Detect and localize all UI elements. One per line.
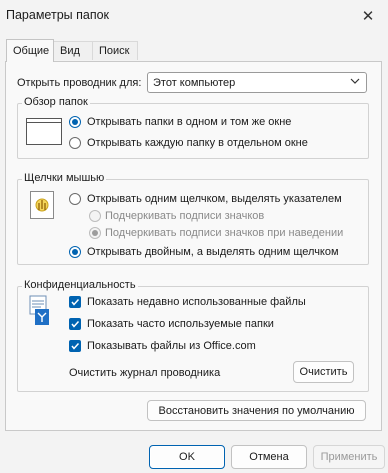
pointer-hand-icon (30, 191, 54, 219)
tab-label: Вид (60, 45, 80, 57)
tab-label: Поиск (99, 45, 130, 57)
tab-search[interactable]: Поиск (92, 41, 138, 60)
recent-files-label: Показать недавно использованные файлы (87, 296, 306, 308)
tab-view[interactable]: Вид (53, 41, 93, 60)
privacy-legend: Конфиденциальность (22, 279, 138, 291)
radio-single-click[interactable] (69, 193, 81, 205)
tab-label: Общие (13, 45, 50, 57)
window-title: Параметры папок (6, 8, 110, 22)
privacy-icon (29, 295, 55, 329)
chevron-down-icon (350, 76, 360, 89)
browse-folders-legend: Обзор папок (22, 96, 90, 108)
cancel-button[interactable]: Отмена (231, 445, 307, 469)
frequent-folders-label: Показать часто используемые папки (87, 318, 274, 330)
underline-hover-label: Подчеркивать подписи значков при наведен… (105, 227, 344, 239)
open-explorer-select[interactable]: Этот компьютер (147, 72, 367, 93)
single-click-label: Открывать одним щелчком, выделять указат… (87, 193, 342, 205)
restore-defaults-label: Восстановить значения по умолчанию (158, 404, 355, 417)
radio-separate-window[interactable] (69, 137, 81, 149)
mouse-clicks-legend: Щелчки мышью (22, 172, 107, 184)
radio-double-click[interactable] (69, 246, 81, 258)
apply-button[interactable]: Применить (313, 445, 385, 469)
ok-button[interactable]: OK (149, 445, 225, 469)
clear-history-button[interactable]: Очистить (293, 361, 354, 383)
clear-history-label: Очистить журнал проводника (69, 367, 221, 379)
checkbox-office-files[interactable] (69, 340, 81, 352)
cancel-button-label: Отмена (249, 451, 289, 463)
option-separate-window-label: Открывать каждую папку в отдельном окне (87, 137, 308, 149)
radio-underline-hover[interactable] (89, 227, 101, 239)
browse-folders-group (17, 103, 369, 159)
option-same-window-label: Открывать папки в одном и том же окне (87, 116, 292, 128)
title-bar: Параметры папок ✕ (0, 0, 388, 32)
ok-button-label: OK (179, 451, 195, 463)
radio-underline-always[interactable] (89, 210, 101, 222)
open-explorer-label: Открыть проводник для: (17, 77, 142, 89)
underline-always-label: Подчеркивать подписи значков (105, 210, 265, 222)
open-explorer-value: Этот компьютер (153, 76, 236, 89)
apply-button-label: Применить (320, 451, 378, 463)
tab-general[interactable]: Общие (6, 39, 54, 62)
double-click-label: Открывать двойным, а выделять одним щелч… (87, 246, 339, 258)
checkbox-recent-files[interactable] (69, 296, 81, 308)
restore-defaults-button[interactable]: Восстановить значения по умолчанию (147, 400, 366, 421)
close-icon[interactable]: ✕ (354, 4, 382, 28)
window-icon (26, 118, 62, 145)
checkbox-frequent-folders[interactable] (69, 318, 81, 330)
clear-history-button-label: Очистить (299, 366, 348, 378)
radio-same-window[interactable] (69, 116, 81, 128)
office-files-label: Показывать файлы из Office.com (87, 340, 256, 352)
